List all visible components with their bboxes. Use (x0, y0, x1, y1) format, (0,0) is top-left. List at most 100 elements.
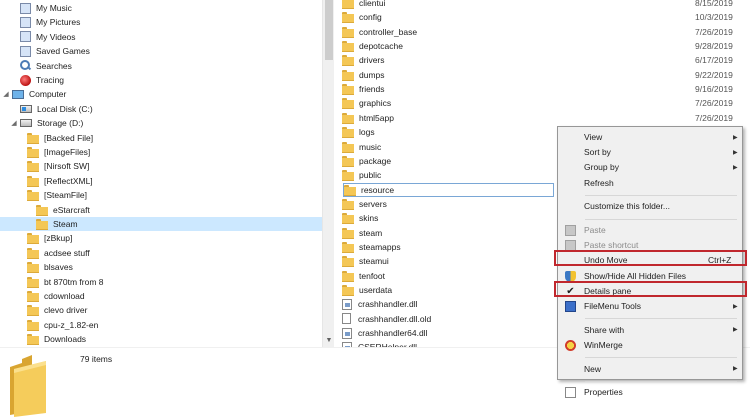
navigation-pane[interactable]: My Music My Pictures My Videos Saved Games S… (0, 0, 334, 347)
nav-item-label: My Pictures (36, 17, 81, 28)
nav-item[interactable]: blsaves (27, 260, 73, 274)
folder-icon (342, 155, 354, 167)
menu-item[interactable]: Share with ▶ (561, 323, 739, 337)
menu-item[interactable]: Refresh (561, 176, 739, 190)
nav-item-label: [SteamFile] (44, 190, 87, 201)
folder-icon (342, 141, 354, 153)
nav-item-label: My Videos (36, 31, 76, 42)
nav-item-label: Local Disk (C:) (37, 103, 93, 114)
menu-item-label: Sort by (584, 147, 611, 158)
nav-item[interactable]: Steam (0, 217, 322, 231)
nav-item-label: Saved Games (36, 46, 90, 57)
file-row[interactable]: controller_base 7/26/2019 (342, 25, 742, 39)
file-row[interactable]: config 10/3/2019 (342, 10, 742, 24)
nav-item[interactable]: eStarcraft (36, 203, 90, 217)
nav-item[interactable]: clevo driver (27, 303, 87, 317)
nav-item[interactable]: cdownload (27, 289, 85, 303)
nav-item-label: blsaves (44, 262, 73, 273)
expand-chevron-icon[interactable]: ◢ (2, 90, 10, 98)
folder-icon (27, 276, 39, 288)
nav-item[interactable]: [Backed File] (27, 131, 93, 145)
nav-item[interactable]: Tracing (20, 73, 64, 87)
paste-icon (565, 225, 576, 236)
folder-icon (342, 98, 354, 110)
nav-scrollbar[interactable]: ▼ (322, 0, 334, 347)
menu-item[interactable]: View ▶ (561, 130, 739, 144)
nav-item[interactable]: [Nirsoft SW] (27, 159, 89, 173)
file-date: 9/16/2019 (695, 84, 733, 95)
folder-icon (36, 219, 48, 230)
file-name: dumps (359, 69, 385, 80)
menu-item[interactable]: Group by ▶ (561, 160, 739, 174)
annotation-highlight-box (554, 280, 747, 297)
scroll-down-arrow-icon[interactable]: ▼ (323, 335, 334, 347)
folder-icon (344, 184, 356, 196)
expand-chevron-icon[interactable]: ◢ (10, 119, 18, 127)
menu-separator (585, 357, 737, 359)
nav-item[interactable]: [SteamFile] (27, 188, 87, 202)
file-row[interactable]: html5app 7/26/2019 (342, 111, 742, 125)
submenu-arrow-icon: ▶ (733, 303, 738, 310)
nav-item[interactable]: My Pictures (20, 15, 80, 29)
menu-item-label: WinMerge (584, 339, 623, 350)
nav-item-label: Searches (36, 60, 72, 71)
folder-icon (342, 112, 354, 124)
folder-icon (27, 334, 39, 346)
menu-item[interactable]: Customize this folder... (561, 199, 739, 213)
library-pictures-icon (20, 16, 31, 28)
folder-icon (27, 305, 39, 317)
library-music-icon (20, 2, 31, 14)
file-row[interactable]: clientui 8/15/2019 (342, 0, 742, 10)
menu-item[interactable]: WinMerge (561, 338, 739, 352)
winmerge-icon (565, 339, 576, 351)
file-name: html5app (359, 112, 394, 123)
folder-icon (342, 227, 354, 239)
disk-icon (20, 104, 32, 113)
folder-icon (342, 127, 354, 139)
file-name: depotcache (359, 41, 403, 52)
nav-item[interactable]: ◢ Computer (2, 87, 66, 101)
menu-item[interactable]: Properties (561, 385, 739, 399)
submenu-arrow-icon: ▶ (733, 164, 738, 171)
submenu-arrow-icon: ▶ (733, 327, 738, 334)
menu-item[interactable]: FileMenu Tools ▶ (561, 299, 739, 313)
file-date: 9/22/2019 (695, 69, 733, 80)
nav-item[interactable]: Local Disk (C:) (20, 102, 93, 116)
menu-separator (585, 194, 737, 196)
nav-item[interactable]: Saved Games (20, 44, 90, 58)
file-row[interactable]: dumps 9/22/2019 (342, 68, 742, 82)
menu-item[interactable]: Sort by ▶ (561, 145, 739, 159)
file-row[interactable]: graphics 7/26/2019 (342, 96, 742, 110)
menu-item[interactable]: New ▶ (561, 362, 739, 376)
nav-item[interactable]: [ReflectXML] (27, 174, 93, 188)
nav-item[interactable]: bt 870tm from 8 (27, 275, 104, 289)
disk-icon (20, 119, 32, 128)
file-row[interactable]: resource (343, 182, 554, 197)
folder-icon (342, 170, 354, 182)
nav-item-label: [Backed File] (44, 132, 94, 143)
nav-scrollbar-thumb[interactable] (325, 0, 333, 60)
file-date: 10/3/2019 (695, 12, 733, 23)
submenu-arrow-icon: ▶ (733, 366, 738, 373)
nav-item[interactable]: My Music (20, 1, 72, 15)
nav-item[interactable]: [zBkup] (27, 231, 72, 245)
folder-icon (36, 204, 48, 216)
nav-item[interactable]: Downloads (27, 332, 86, 346)
file-name: clientui (359, 0, 386, 8)
folder-icon (27, 291, 39, 302)
file-row[interactable]: drivers 6/17/2019 (342, 53, 742, 67)
nav-item[interactable]: Searches (20, 59, 72, 73)
file-row[interactable]: friends 9/16/2019 (342, 82, 742, 96)
nav-item[interactable]: cpu-z_1.82-en (27, 318, 98, 332)
nav-item[interactable]: My Videos (20, 30, 76, 44)
nav-item[interactable]: ◢ Storage (D:) (10, 116, 83, 130)
nav-item-label: cdownload (44, 291, 85, 301)
menu-item-label: New (584, 363, 602, 374)
nav-item[interactable]: acdsee stuff (27, 246, 90, 260)
file-row[interactable]: depotcache 9/28/2019 (342, 39, 742, 53)
nav-item[interactable]: [ImageFiles] (27, 145, 90, 159)
folder-icon (342, 256, 354, 268)
nav-item-label: clevo driver (44, 305, 88, 316)
menu-item: Paste (561, 223, 739, 237)
menu-item-label: Customize this folder... (584, 201, 670, 212)
